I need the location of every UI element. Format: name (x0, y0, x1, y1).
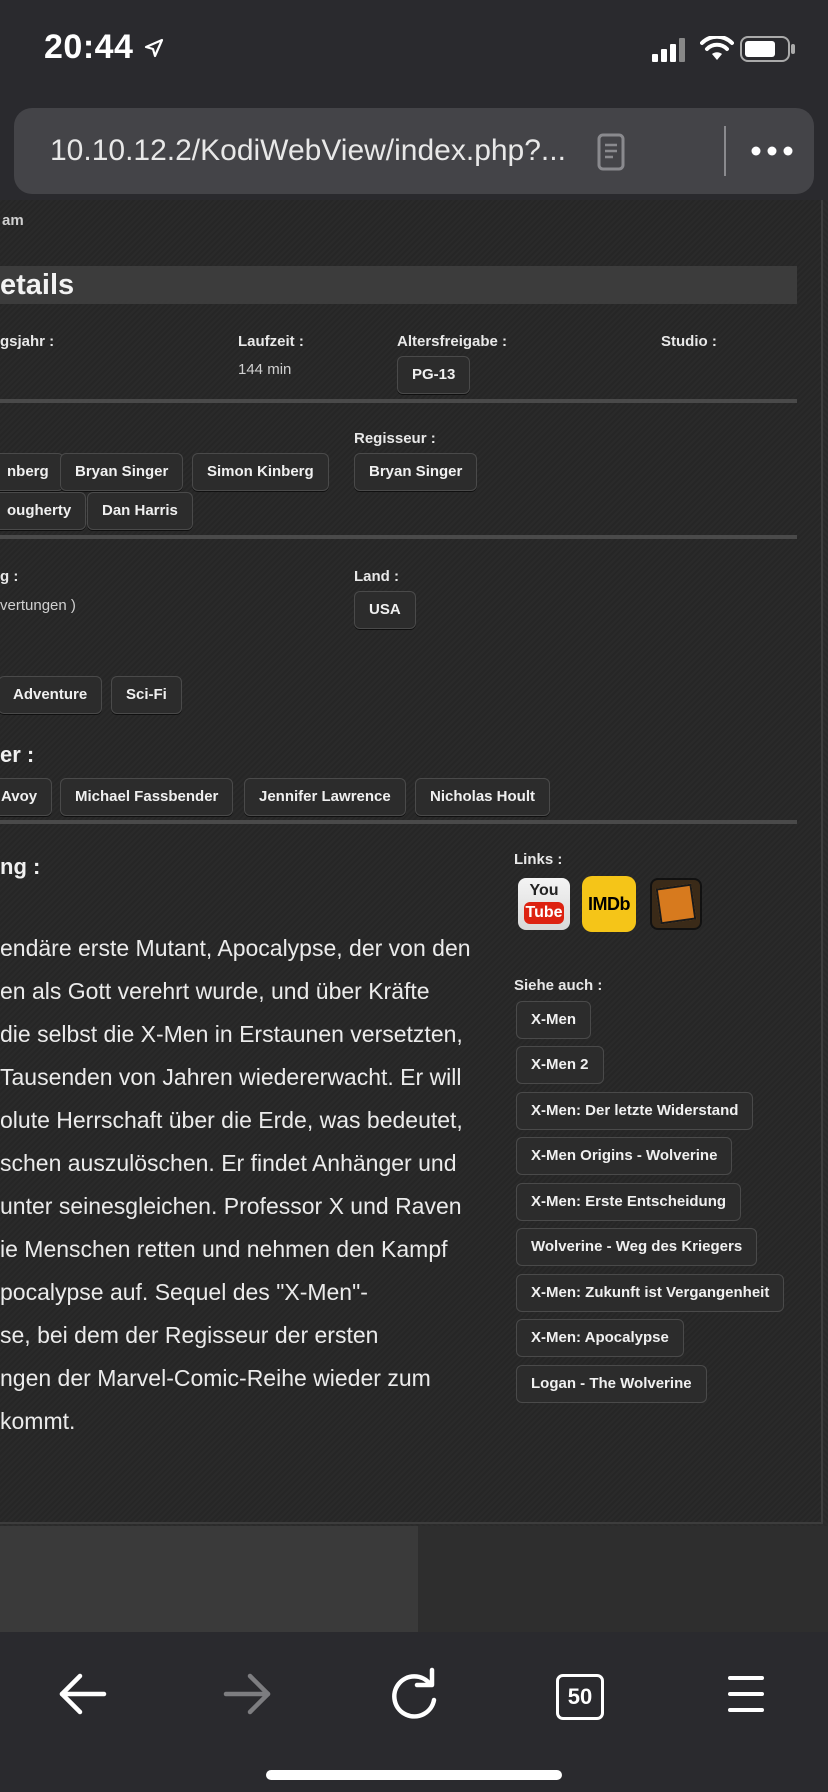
runtime-value: 144 min (238, 361, 292, 378)
youtube-logo-tube: Tube (524, 902, 564, 924)
separator (0, 399, 797, 403)
movie-details-panel: am etails gsjahr : Laufzeit : 144 min Al… (0, 200, 823, 1524)
director-tag[interactable]: Bryan Singer (354, 453, 478, 491)
country-tag[interactable]: USA (354, 591, 416, 629)
see-also-item[interactable]: Logan - The Wolverine (516, 1365, 707, 1403)
cast-label: er : (0, 742, 35, 767)
filmaffinity-logo (655, 883, 697, 925)
tabs-count-button[interactable]: 50 (556, 1674, 604, 1720)
filmaffinity-icon[interactable] (650, 878, 702, 930)
country-label: Land : (354, 568, 399, 585)
cast-tag[interactable]: Michael Fassbender (60, 778, 234, 816)
rating-label: Altersfreigabe : (397, 333, 508, 350)
back-arrow-icon[interactable] (42, 1654, 122, 1734)
year-label: gsjahr : (0, 333, 55, 350)
rating-detail-label: g : (0, 568, 19, 585)
writer-tag[interactable]: ougherty (0, 492, 87, 530)
writer-tag[interactable]: Bryan Singer (60, 453, 184, 491)
url-divider (724, 126, 726, 176)
cast-tag[interactable]: Jennifer Lawrence (244, 778, 406, 816)
page-footer-right (418, 1526, 828, 1632)
plot-line: die selbst die X-Men in Erstaunen verset… (0, 1021, 463, 1047)
genre-tag[interactable]: Adventure (0, 676, 103, 714)
plot-line: Tausenden von Jahren wiedererwacht. Er w… (0, 1064, 462, 1090)
plot-line: en als Gott verehrt wurde, und über Kräf… (0, 978, 430, 1004)
plot-line: se, bei dem der Regisseur der ersten (0, 1322, 379, 1348)
see-also-item[interactable]: Wolverine - Weg des Kriegers (516, 1228, 758, 1266)
plot-line: pocalypse auf. Sequel des "X-Men"- (0, 1279, 368, 1305)
separator (0, 820, 797, 824)
browser-toolbar: 50 (0, 1632, 828, 1792)
see-also-item[interactable]: X-Men: Der letzte Widerstand (516, 1092, 754, 1130)
see-also-item[interactable]: X-Men (516, 1001, 591, 1039)
see-also-item[interactable]: X-Men: Erste Entscheidung (516, 1183, 742, 1221)
location-arrow-icon (144, 38, 164, 58)
youtube-icon[interactable]: You Tube (518, 878, 570, 930)
browser-address-area: 10.10.12.2/KodiWebView/index.php?... (0, 100, 828, 200)
battery-icon (740, 36, 795, 62)
imdb-icon[interactable]: IMDb (582, 876, 636, 932)
details-header-bar (0, 266, 797, 304)
page-footer-left (0, 1526, 418, 1632)
home-indicator[interactable] (266, 1770, 562, 1780)
see-also-item[interactable]: X-Men 2 (516, 1046, 604, 1084)
plot-line: ie Menschen retten und nehmen den Kampf (0, 1236, 448, 1262)
see-also-label: Siehe auch : (514, 977, 603, 994)
studio-label: Studio : (661, 333, 717, 350)
see-also-item[interactable]: X-Men: Apocalypse (516, 1319, 684, 1357)
plot-line: unter seinesgleichen. Professor X und Ra… (0, 1193, 462, 1219)
writer-tag[interactable]: nberg (0, 453, 64, 491)
separator (0, 535, 797, 539)
top-fragment-text: am (2, 212, 24, 229)
cast-tag[interactable]: Nicholas Hoult (415, 778, 551, 816)
menu-icon[interactable] (706, 1654, 786, 1734)
writer-tag[interactable]: Simon Kinberg (192, 453, 329, 491)
see-also-item[interactable]: X-Men Origins - Wolverine (516, 1137, 733, 1175)
plot-line: olute Herrschaft über die Erde, was bede… (0, 1107, 463, 1133)
reload-icon[interactable] (374, 1654, 454, 1734)
rating-tag[interactable]: PG-13 (397, 356, 471, 394)
cellular-signal-icon (652, 38, 685, 62)
genre-tag[interactable]: Sci-Fi (111, 676, 182, 714)
plot-line: kommt. (0, 1408, 76, 1434)
plot-line: ngen der Marvel-Comic-Reihe wieder zum (0, 1365, 431, 1391)
wifi-icon (700, 36, 734, 60)
plot-label: ng : (0, 854, 41, 879)
see-also-item[interactable]: X-Men: Zukunft ist Vergangenheit (516, 1274, 785, 1312)
status-time: 20:44 (44, 28, 134, 66)
writer-tag[interactable]: Dan Harris (87, 492, 193, 530)
forward-arrow-icon[interactable] (208, 1654, 288, 1734)
plot-line: schen auszulöschen. Er findet Anhänger u… (0, 1150, 457, 1176)
reader-mode-icon[interactable] (596, 132, 626, 172)
address-bar[interactable]: 10.10.12.2/KodiWebView/index.php?... (14, 108, 814, 194)
status-bar: 20:44 (0, 0, 828, 100)
youtube-logo-you: You (529, 882, 559, 899)
plot-line: endäre erste Mutant, Apocalypse, der von… (0, 935, 471, 961)
runtime-label: Laufzeit : (238, 333, 304, 350)
links-label: Links : (514, 851, 563, 868)
director-label: Regisseur : (354, 430, 436, 447)
cast-tag[interactable]: Avoy (0, 778, 53, 816)
web-content: am etails gsjahr : Laufzeit : 144 min Al… (0, 200, 828, 1632)
more-options-icon[interactable] (750, 144, 794, 158)
rating-detail-value: vertungen ) (0, 597, 76, 614)
url-text[interactable]: 10.10.12.2/KodiWebView/index.php?... (50, 134, 566, 168)
details-title: etails (0, 269, 75, 301)
